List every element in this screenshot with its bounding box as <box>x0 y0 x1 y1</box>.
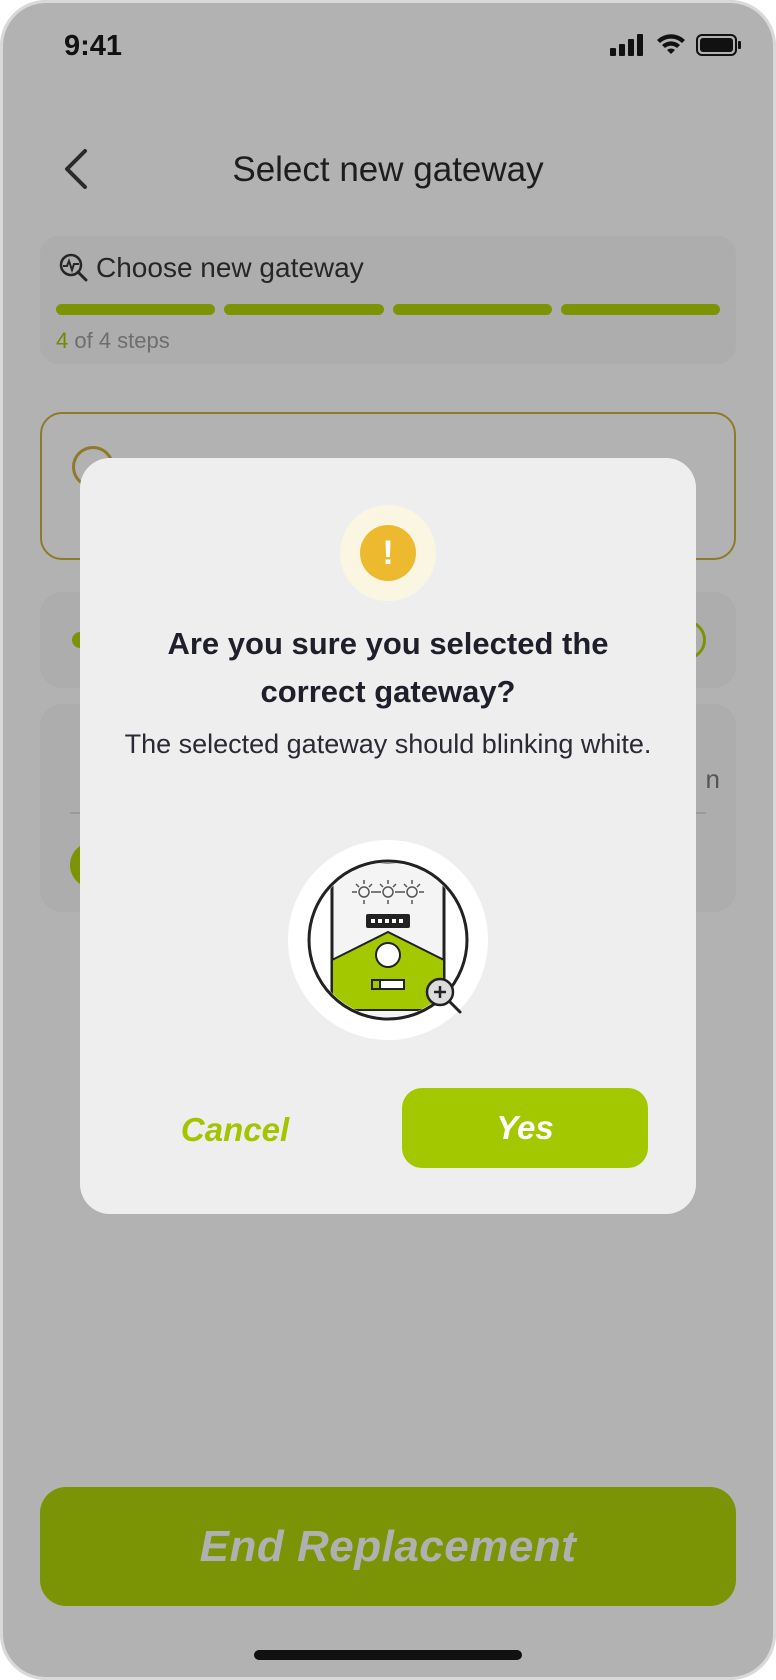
steps-suffix: of 4 steps <box>68 328 170 353</box>
home-indicator <box>254 1650 522 1660</box>
progress-segment <box>224 304 384 315</box>
steps-counter: 4 of 4 steps <box>56 328 170 354</box>
progress-segment <box>56 304 216 315</box>
wifi-icon <box>657 34 685 54</box>
page-title: Select new gateway <box>232 150 544 189</box>
dialog-title: Are you sure you selected the correct ga… <box>167 626 609 709</box>
progress-label: Choose new gateway <box>96 252 364 283</box>
confirm-dialog: ! Are you sure you selected the correct … <box>80 458 696 1214</box>
status-time: 9:41 <box>64 30 123 62</box>
warning-icon: ! <box>360 525 416 581</box>
phone-screen: 9:41 Select new gateway Choose new gatew… <box>0 0 776 1680</box>
battery-icon <box>696 34 741 56</box>
status-icons <box>610 34 742 56</box>
search-activity-icon <box>59 253 88 282</box>
warning-icon-halo: ! <box>340 505 436 601</box>
progress-card: Choose new gateway 4 of 4 steps <box>40 236 736 364</box>
current-step: 4 <box>56 328 69 353</box>
end-replacement-button[interactable]: End Replacement <box>40 1487 736 1606</box>
progress-segment <box>392 304 552 315</box>
dialog-message: The selected gateway should blinking whi… <box>124 729 652 759</box>
gateway-illustration-icon <box>288 840 488 1040</box>
signal-icon <box>610 34 643 56</box>
cancel-button[interactable]: Cancel <box>140 1090 330 1170</box>
details-text: n <box>705 764 720 794</box>
progress-bar <box>56 304 720 315</box>
progress-segment <box>560 304 720 315</box>
yes-button[interactable]: Yes <box>402 1088 648 1168</box>
